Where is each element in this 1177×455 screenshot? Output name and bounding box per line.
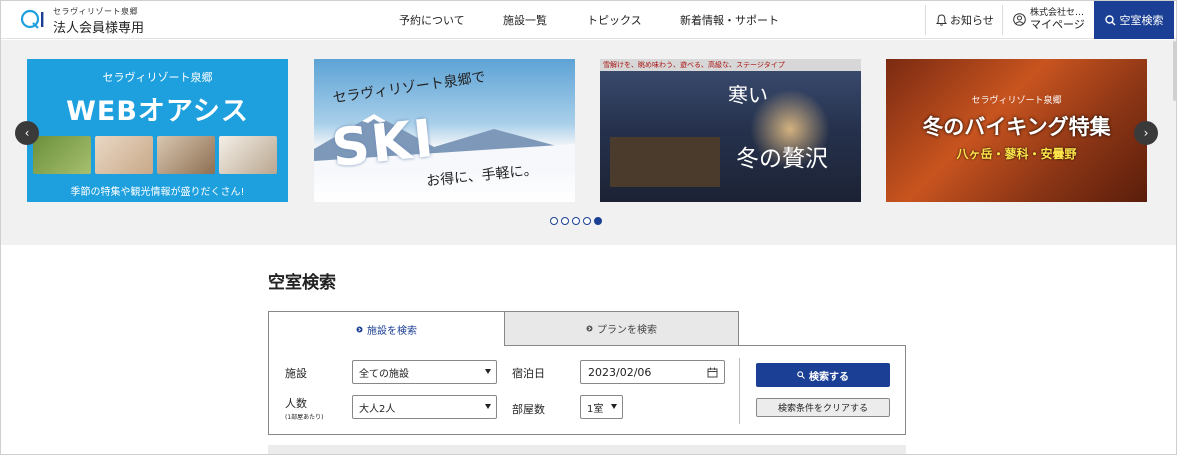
search-submit-button[interactable]: 検索する <box>756 363 890 387</box>
chevron-left-icon: ‹ <box>24 126 30 140</box>
tab-facility-search[interactable]: 施設を検索 <box>268 311 505 346</box>
notice-link[interactable]: お知らせ <box>936 12 994 28</box>
photo-thumbnail <box>95 136 153 174</box>
carousel-dot[interactable] <box>561 217 569 225</box>
facility-select[interactable]: 全ての施設 <box>352 360 497 384</box>
slide-subtitle: セラヴィリゾート泉郷 <box>102 71 213 84</box>
search-icon <box>1104 14 1115 25</box>
date-label: 宿泊日 <box>512 367 545 380</box>
search-icon <box>797 371 805 379</box>
carousel-next-button[interactable]: › <box>1134 121 1158 145</box>
slide-title: 寒い <box>728 83 768 107</box>
carousel-prev-button[interactable]: ‹ <box>15 121 39 145</box>
nav-reservation[interactable]: 予約について <box>399 12 465 28</box>
rooms-select-value: 1室 <box>587 403 604 415</box>
people-label-text: 人数 <box>285 397 307 410</box>
carousel-dots <box>550 217 602 225</box>
search-panel: 施設 全ての施設 人数 (1部屋あたり) 大人2人 宿泊日 2023/02/06… <box>268 345 906 435</box>
chevron-right-icon: › <box>1143 126 1149 140</box>
slide-title: WEBオアシス <box>66 96 249 127</box>
tab-plan-search[interactable]: プランを検索 <box>504 311 739 346</box>
slide-photos <box>33 136 277 174</box>
slide-title: 冬のバイキング特集 <box>922 115 1111 139</box>
facility-label: 施設 <box>285 367 307 380</box>
bullet-icon <box>356 326 363 332</box>
mypage-label: マイページ <box>1030 18 1085 31</box>
tab-label: プランを検索 <box>597 325 657 336</box>
slide-banner-text: 雪解けを、眺め味わう、遊べる、高級な、ステージタイプ <box>600 59 861 71</box>
facility-select-value: 全ての施設 <box>359 368 409 380</box>
slide-subtitle: 冬の贅沢 <box>736 146 828 172</box>
header-divider <box>1002 5 1003 35</box>
results-area <box>268 445 906 454</box>
people-select-value: 大人2人 <box>359 403 396 415</box>
nav-topics[interactable]: トピックス <box>587 12 642 28</box>
header-divider <box>925 5 926 35</box>
slide-ski[interactable]: セラヴィリゾート泉郷で SKI お得に、手軽に。 <box>314 59 575 202</box>
carousel-dot[interactable] <box>550 217 558 225</box>
slide-caption: 八ヶ岳・蓼科・安曇野 <box>956 147 1077 161</box>
carousel-dot-active[interactable] <box>594 217 602 225</box>
carousel-dot[interactable] <box>572 217 580 225</box>
nav-facilities[interactable]: 施設一覧 <box>503 12 547 28</box>
nav-news-support[interactable]: 新着情報・サポート <box>680 12 779 28</box>
brand-subtitle: セラヴィリゾート泉郷 <box>53 7 138 16</box>
caret-down-icon <box>611 404 617 409</box>
slide-winter-buffet[interactable]: セラヴィリゾート泉郷 冬のバイキング特集 八ヶ岳・蓼科・安曇野 <box>886 59 1147 202</box>
lodge-image <box>610 137 720 187</box>
bell-icon <box>936 14 947 26</box>
people-note: (1部屋あたり) <box>285 414 324 421</box>
date-input[interactable]: 2023/02/06 <box>580 360 725 384</box>
vacancy-search-label: 空室検索 <box>1119 14 1164 27</box>
tab-label: 施設を検索 <box>367 325 417 337</box>
photo-thumbnail <box>157 136 215 174</box>
notice-label: お知らせ <box>950 14 994 27</box>
vacancy-search-button[interactable]: 空室検索 <box>1094 1 1174 39</box>
brand-title[interactable]: 法人会員様専用 <box>53 17 144 36</box>
banner-carousel: セラヴィリゾート泉郷 WEBオアシス 季節の特集や観光情報が盛りだくさん! セラ… <box>1 40 1176 245</box>
slide-title: SKI <box>329 108 438 180</box>
carousel-dot[interactable] <box>583 217 591 225</box>
people-select[interactable]: 大人2人 <box>352 395 497 419</box>
slide-subtitle: セラヴィリゾート泉郷 <box>971 96 1062 106</box>
date-value: 2023/02/06 <box>588 365 652 379</box>
people-label: 人数 (1部屋あたり) <box>285 395 324 421</box>
caret-down-icon <box>485 404 491 409</box>
search-submit-label: 検索する <box>809 371 849 383</box>
scrollbar[interactable] <box>1173 41 1176 101</box>
mypage-link[interactable]: 株式会社セ… マイページ <box>1013 8 1085 30</box>
rooms-select[interactable]: 1室 <box>580 395 623 419</box>
slide-caption: 季節の特集や観光情報が盛りだくさん! <box>70 187 245 198</box>
slide-subtitle: セラヴィリゾート泉郷で <box>331 69 487 107</box>
clear-conditions-button[interactable]: 検索条件をクリアする <box>756 398 890 417</box>
section-title: 空室検索 <box>268 273 336 293</box>
photo-thumbnail <box>219 136 277 174</box>
user-icon <box>1013 12 1026 26</box>
brand-logo-icon[interactable] <box>19 6 49 34</box>
site-header: セラヴィリゾート泉郷 法人会員様専用 予約について 施設一覧 トピックス 新着情… <box>1 1 1176 39</box>
calendar-icon[interactable] <box>707 367 718 378</box>
caret-down-icon <box>485 369 491 374</box>
bullet-icon <box>586 325 593 332</box>
rooms-label: 部屋数 <box>512 403 545 416</box>
slide-web-oasis[interactable]: セラヴィリゾート泉郷 WEBオアシス 季節の特集や観光情報が盛りだくさん! <box>27 59 288 202</box>
photo-thumbnail <box>33 136 91 174</box>
panel-divider <box>739 358 740 424</box>
page: セラヴィリゾート泉郷 法人会員様専用 予約について 施設一覧 トピックス 新着情… <box>0 0 1177 455</box>
slide-winter-luxury[interactable]: 雪解けを、眺め味わう、遊べる、高級な、ステージタイプ 寒い 冬の贅沢 <box>600 59 861 202</box>
